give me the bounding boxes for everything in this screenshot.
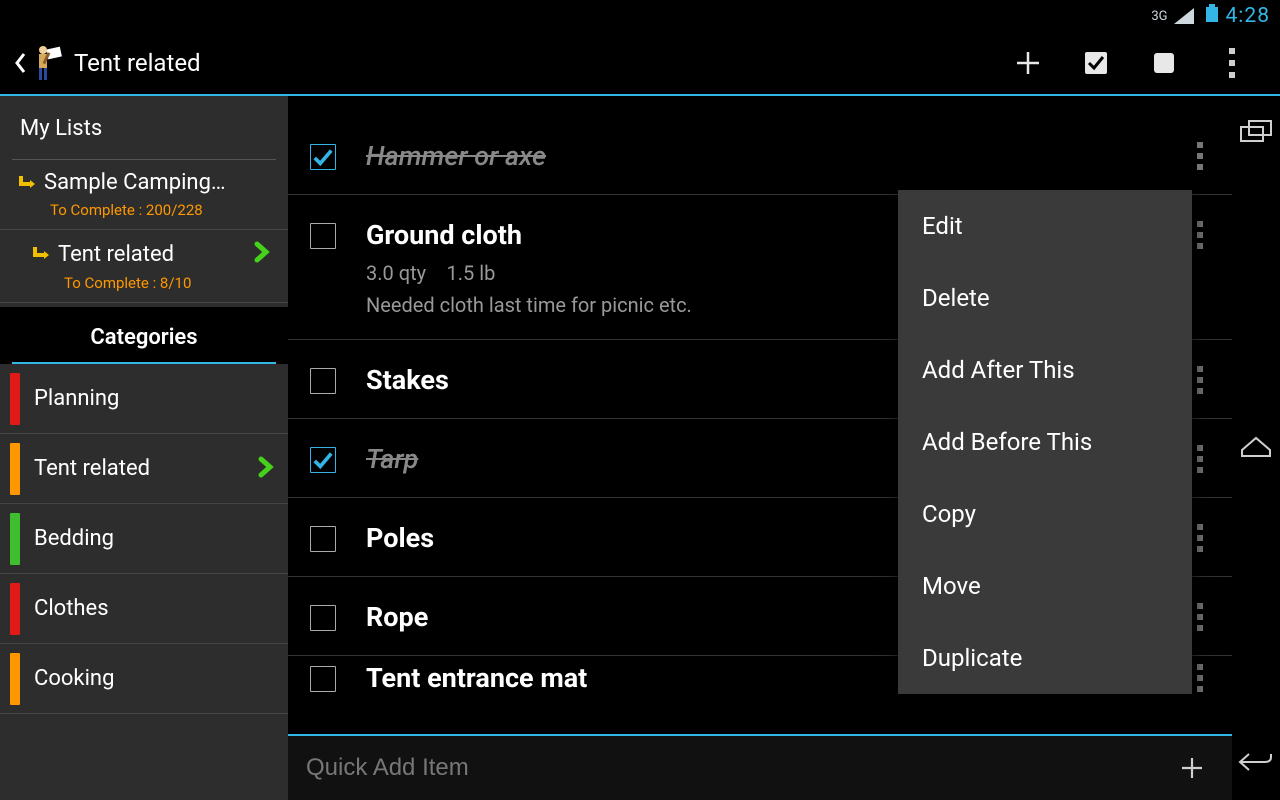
battery-icon xyxy=(1206,4,1218,28)
system-nav-bar xyxy=(1232,96,1280,800)
list-entry-progress: To Complete : 8/10 xyxy=(64,274,274,292)
signal-icon xyxy=(1174,4,1194,28)
item-checkbox[interactable] xyxy=(310,368,336,394)
categories-header: Categories xyxy=(0,307,288,364)
item-title: Hammer or axe xyxy=(366,140,1176,172)
back-button[interactable] xyxy=(1234,740,1278,784)
chevron-right-icon xyxy=(252,240,274,268)
category-tent-related[interactable]: Tent related xyxy=(0,434,288,504)
menu-item-copy[interactable]: Copy xyxy=(898,478,1192,550)
menu-item-duplicate[interactable]: Duplicate xyxy=(898,622,1192,694)
menu-item-delete[interactable]: Delete xyxy=(898,262,1192,334)
drag-handle-icon[interactable] xyxy=(1190,142,1210,170)
item-checkbox[interactable] xyxy=(310,223,336,249)
menu-item-edit[interactable]: Edit xyxy=(898,190,1192,262)
drag-handle-icon[interactable] xyxy=(1190,445,1210,473)
add-item-button[interactable] xyxy=(994,31,1062,95)
item-checkbox[interactable] xyxy=(310,605,336,631)
list-arrow-icon xyxy=(14,174,42,192)
drag-handle-icon[interactable] xyxy=(1190,664,1210,692)
category-bedding[interactable]: Bedding xyxy=(0,504,288,574)
list-item[interactable]: Hammer or axe xyxy=(288,96,1232,195)
app-logo-icon xyxy=(30,41,66,85)
drag-handle-icon[interactable] xyxy=(1190,524,1210,552)
list-entry-label: Sample Camping… xyxy=(44,170,274,195)
category-label: Cooking xyxy=(34,666,278,691)
quick-add-button[interactable] xyxy=(1170,746,1214,790)
action-bar: Tent related xyxy=(0,32,1280,96)
item-checkbox[interactable] xyxy=(310,144,336,170)
list-entry-label: Tent related xyxy=(58,242,252,267)
menu-item-add-before-this[interactable]: Add Before This xyxy=(898,406,1192,478)
category-clothes[interactable]: Clothes xyxy=(0,574,288,644)
clock: 4:28 xyxy=(1226,4,1271,28)
home-button[interactable] xyxy=(1234,425,1278,469)
up-button[interactable] xyxy=(14,41,74,85)
overflow-menu-button[interactable] xyxy=(1198,31,1266,95)
item-checkbox[interactable] xyxy=(310,526,336,552)
category-color-stripe xyxy=(10,443,20,495)
drag-handle-icon[interactable] xyxy=(1190,366,1210,394)
list-entry-tent-related[interactable]: Tent related To Complete : 8/10 xyxy=(0,230,288,303)
category-color-stripe xyxy=(10,653,20,705)
category-label: Tent related xyxy=(34,456,256,481)
network-type: 3G xyxy=(1151,9,1167,24)
list-entry-progress: To Complete : 200/228 xyxy=(50,201,274,219)
page-title: Tent related xyxy=(74,49,201,77)
menu-item-add-after-this[interactable]: Add After This xyxy=(898,334,1192,406)
category-planning[interactable]: Planning xyxy=(0,364,288,434)
uncheck-all-button[interactable] xyxy=(1130,31,1198,95)
category-label: Clothes xyxy=(34,596,278,621)
status-bar: 3G 4:28 xyxy=(0,0,1280,32)
overflow-icon xyxy=(1229,48,1235,78)
main-panel: Hammer or axe Ground cloth 3.0 qty 1.5 l… xyxy=(288,96,1232,800)
item-checkbox[interactable] xyxy=(310,447,336,473)
chevron-right-icon xyxy=(256,455,278,483)
list-entry-sample-camping[interactable]: Sample Camping… To Complete : 200/228 xyxy=(0,160,288,230)
category-color-stripe xyxy=(10,583,20,635)
item-checkbox[interactable] xyxy=(310,666,336,692)
category-cooking[interactable]: Cooking xyxy=(0,644,288,714)
recent-apps-button[interactable] xyxy=(1234,110,1278,154)
list-arrow-icon xyxy=(28,245,56,263)
drag-handle-icon[interactable] xyxy=(1190,221,1210,249)
category-label: Planning xyxy=(34,386,278,411)
check-all-button[interactable] xyxy=(1062,31,1130,95)
my-lists-header: My Lists xyxy=(0,96,288,159)
quick-add-bar xyxy=(288,734,1232,800)
category-color-stripe xyxy=(10,513,20,565)
category-label: Bedding xyxy=(34,526,278,551)
drag-handle-icon[interactable] xyxy=(1190,603,1210,631)
category-color-stripe xyxy=(10,373,20,425)
quick-add-input[interactable] xyxy=(306,754,1170,782)
menu-item-move[interactable]: Move xyxy=(898,550,1192,622)
context-menu: EditDeleteAdd After ThisAdd Before ThisC… xyxy=(898,190,1192,694)
sidebar: My Lists Sample Camping… To Complete : 2… xyxy=(0,96,288,800)
